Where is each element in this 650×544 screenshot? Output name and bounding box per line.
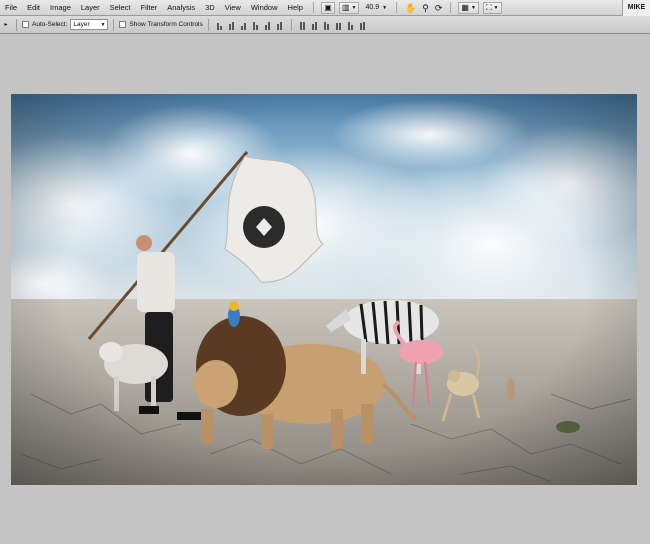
menu-bar: File Edit Image Layer Select Filter Anal… [0, 0, 650, 16]
menu-filter[interactable]: Filter [136, 0, 163, 16]
distribute-top-icon[interactable] [298, 19, 308, 30]
zoom-tool-icon[interactable]: ⚲ [422, 0, 429, 16]
align-left-icon[interactable] [251, 19, 261, 30]
bridge-icon[interactable]: ▣ [320, 1, 335, 14]
options-separator [113, 18, 115, 31]
chevron-down-icon: ▼ [382, 4, 388, 11]
zoom-level-value: 40.9 [365, 4, 380, 11]
screen-mode-icon[interactable]: ⛶ ▼ [482, 1, 502, 14]
auto-select-label: Auto-Select: [32, 21, 68, 28]
options-bar: ▸ Auto-Select: Layer ▼ Show Transform Co… [0, 16, 650, 34]
options-separator [16, 18, 17, 31]
canvas-image [11, 94, 637, 485]
menu-separator [396, 2, 398, 13]
distribute-bottom-icon[interactable] [322, 19, 332, 30]
align-vertical-center-icon[interactable] [227, 19, 237, 30]
align-horizontal-center-icon[interactable] [263, 19, 273, 30]
options-separator [207, 18, 209, 31]
chevron-down-icon: ▼ [351, 4, 357, 11]
menu-image[interactable]: Image [45, 0, 76, 16]
show-transform-label: Show Transform Controls [129, 21, 203, 28]
tool-preset-arrow-icon[interactable]: ▸ [1, 21, 11, 28]
distribute-left-icon[interactable] [334, 19, 344, 30]
rotate-view-icon[interactable]: ⟳ [435, 0, 443, 16]
align-top-icon[interactable] [215, 19, 225, 30]
menu-edit[interactable]: Edit [22, 0, 45, 16]
chevron-down-icon: ▼ [493, 4, 499, 11]
auto-select-dropdown[interactable]: Layer ▼ [70, 19, 109, 30]
distribute-vertical-center-icon[interactable] [310, 19, 320, 30]
arrange-documents-icon[interactable]: ▦ ▼ [458, 1, 479, 14]
document-canvas[interactable] [11, 94, 637, 485]
align-bottom-icon[interactable] [239, 19, 249, 30]
menu-separator [450, 2, 452, 13]
menu-analysis[interactable]: Analysis [162, 0, 200, 16]
auto-select-value: Layer [73, 21, 90, 28]
extras-dropdown-button[interactable]: ▥ ▼ [338, 1, 360, 14]
menu-3d[interactable]: 3D [200, 0, 220, 16]
chevron-down-icon: ▼ [470, 4, 476, 11]
hand-tool-icon[interactable]: ✋ [405, 0, 416, 16]
zoom-level-dropdown[interactable]: 40.9 ▼ [365, 4, 387, 11]
distribute-horizontal-center-icon[interactable] [346, 19, 356, 30]
auto-select-checkbox[interactable] [22, 21, 29, 28]
menu-separator [312, 2, 314, 13]
align-right-icon[interactable] [275, 19, 285, 30]
menu-select[interactable]: Select [105, 0, 136, 16]
menu-window[interactable]: Window [246, 0, 283, 16]
distribute-right-icon[interactable] [358, 19, 368, 30]
options-separator [290, 18, 292, 31]
chevron-down-icon: ▼ [100, 21, 106, 28]
vignette [11, 94, 637, 485]
workspace-switcher[interactable]: MIKE [622, 0, 650, 16]
menu-file[interactable]: File [0, 0, 22, 16]
show-transform-checkbox[interactable] [119, 21, 127, 28]
menu-help[interactable]: Help [283, 0, 308, 16]
menu-layer[interactable]: Layer [76, 0, 105, 16]
menu-view[interactable]: View [220, 0, 246, 16]
